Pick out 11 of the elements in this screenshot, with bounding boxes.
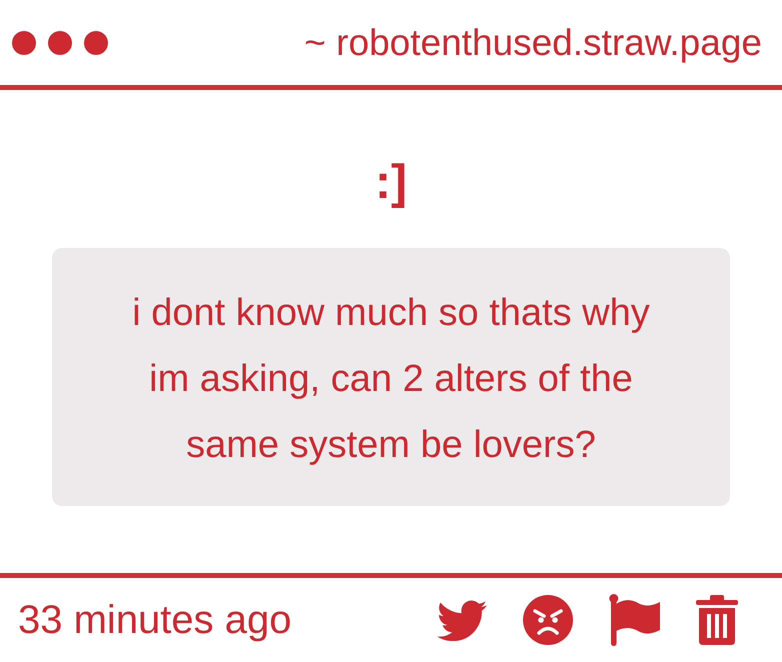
flag-icon[interactable]: [609, 594, 660, 646]
dot-icon: [84, 30, 108, 54]
dot-icon: [48, 30, 72, 54]
page-emoticon: :]: [375, 156, 407, 210]
site-title: ~ robotenthused.straw.page: [304, 20, 762, 64]
timestamp: 33 minutes ago: [18, 597, 292, 643]
dot-icon: [12, 30, 36, 54]
trash-icon[interactable]: [696, 595, 738, 645]
question-text: i dont know much so thats why im asking, can 2 alters of the same system be lovers?: [131, 291, 651, 468]
angry-face-icon[interactable]: [523, 595, 573, 645]
bird-icon[interactable]: [437, 599, 487, 641]
